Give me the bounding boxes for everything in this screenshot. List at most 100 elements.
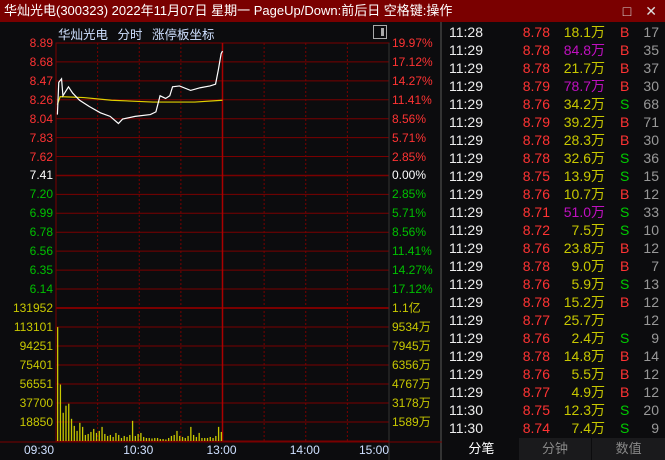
tick-row[interactable]: 11:29 8.72 7.5万 S 10 — [444, 220, 665, 240]
volume-bar — [192, 434, 195, 441]
tick-count: 71 — [643, 114, 659, 130]
intraday-chart[interactable]: 华灿光电 分时 涨停板坐标 8.89 19.97% 8.68 17.12% 8.47 14… — [0, 22, 442, 460]
volume-bar — [79, 422, 81, 441]
volume-bar — [90, 431, 92, 441]
tick-volume: 78.7万 — [563, 78, 605, 94]
tick-row[interactable]: 11:29 8.76 10.7万 B 12 — [444, 184, 665, 204]
tick-row[interactable]: 11:29 8.79 78.7万 B 30 — [444, 76, 665, 96]
tick-count: 14 — [643, 348, 659, 364]
tick-row[interactable]: 11:29 8.76 23.8万 B 12 — [444, 238, 665, 258]
tick-row[interactable]: 11:30 8.75 12.3万 S 20 — [444, 400, 665, 420]
stock-name: 华灿光电 — [58, 28, 109, 42]
panel-toggle-button[interactable] — [373, 25, 387, 39]
tick-price: 8.79 — [522, 78, 550, 94]
volume-bar — [156, 437, 159, 441]
tick-row[interactable]: 11:29 8.78 15.2万 B 12 — [444, 292, 665, 312]
tick-price: 8.78 — [522, 60, 550, 76]
pct-axis-label: 8.56% — [392, 225, 427, 240]
tick-direction: S — [620, 222, 630, 238]
tick-count: 37 — [643, 60, 659, 76]
tab-ticks[interactable]: 分笔 — [444, 438, 518, 460]
tick-row[interactable]: 11:29 8.77 25.7万 12 — [444, 310, 665, 330]
tab-minutes[interactable]: 分钟 — [517, 438, 592, 460]
volume-bar — [98, 430, 100, 441]
tick-volume: 23.8万 — [563, 240, 605, 256]
pct-axis-label: 5.71% — [392, 130, 427, 145]
volume-bar — [106, 435, 109, 441]
tick-time: 11:29 — [449, 258, 483, 274]
tick-row[interactable]: 11:29 8.78 14.8万 B 14 — [444, 346, 665, 366]
volume-bar — [206, 437, 209, 441]
volume-bar — [104, 433, 106, 441]
tick-time: 11:29 — [449, 186, 483, 202]
tick-direction: S — [620, 150, 630, 166]
tick-row[interactable]: 11:29 8.76 2.4万 S 9 — [444, 328, 665, 348]
volume-bar — [201, 437, 203, 441]
tick-price: 8.71 — [522, 204, 550, 220]
tick-time: 11:29 — [449, 96, 483, 112]
pct-axis-label: 8.56% — [392, 111, 427, 126]
tick-count: 12 — [643, 384, 659, 400]
volume-bar — [162, 438, 164, 441]
tick-row[interactable]: 11:30 8.74 7.4万 S 9 — [444, 418, 665, 438]
tick-time: 11:30 — [449, 420, 483, 436]
tick-direction: B — [620, 240, 630, 256]
tick-count: 12 — [643, 366, 659, 382]
tick-row[interactable]: 11:29 8.78 28.3万 B 30 — [444, 130, 665, 150]
pct-axis-label: 11.41% — [392, 92, 432, 107]
tick-list[interactable]: 11:28 8.78 18.1万 B 17 11:29 8.78 84.8万 B 35 11:29 8… — [444, 22, 665, 438]
tick-row[interactable]: 11:29 8.78 9.0万 B 7 — [444, 256, 665, 276]
volume-bar — [140, 432, 142, 441]
volume-bar — [151, 438, 153, 441]
tick-row[interactable]: 11:29 8.76 5.5万 B 12 — [444, 364, 665, 384]
chart-mode[interactable]: 分时 — [118, 28, 143, 42]
tick-count: 12 — [643, 294, 659, 310]
volume-bar — [212, 437, 214, 441]
volume-bar — [95, 432, 98, 441]
tick-row[interactable]: 11:29 8.78 32.6万 S 36 — [444, 148, 665, 168]
tick-volume: 39.2万 — [563, 114, 605, 130]
volume-bar — [176, 430, 178, 441]
window-title: 华灿光电(300323) 2022年11月07日 星期一 PageUp/Down… — [4, 3, 453, 18]
tab-values[interactable]: 数值 — [591, 438, 665, 460]
tick-row[interactable]: 11:29 8.76 5.9万 S 13 — [444, 274, 665, 294]
tick-count: 30 — [643, 78, 659, 94]
tick-count: 15 — [643, 168, 659, 184]
tick-row[interactable]: 11:28 8.78 18.1万 B 17 — [444, 22, 665, 42]
maximize-icon[interactable]: □ — [623, 0, 631, 22]
tick-row[interactable]: 11:29 8.78 21.7万 B 37 — [444, 58, 665, 78]
axis-mode[interactable]: 涨停板坐标 — [152, 28, 215, 42]
volume-bar — [215, 435, 217, 441]
tick-price: 8.78 — [522, 150, 550, 166]
tick-row[interactable]: 11:29 8.71 51.0万 S 33 — [444, 202, 665, 222]
time-axis-label: 14:00 — [289, 443, 320, 457]
tick-direction: B — [620, 24, 630, 40]
tick-time: 11:29 — [449, 348, 483, 364]
pct-axis-label: 14.27% — [392, 73, 433, 88]
tick-direction: S — [620, 168, 630, 184]
tick-direction: B — [620, 384, 630, 400]
volume-bar — [145, 437, 148, 441]
tick-volume: 5.5万 — [571, 366, 605, 382]
tick-row[interactable]: 11:29 8.78 84.8万 B 35 — [444, 40, 665, 60]
tick-direction: S — [620, 204, 630, 220]
tick-row[interactable]: 11:29 8.79 39.2万 B 71 — [444, 112, 665, 132]
close-icon[interactable]: ✕ — [645, 0, 657, 22]
tick-time: 11:29 — [449, 60, 483, 76]
volume-bar — [123, 435, 125, 441]
tick-price: 8.78 — [522, 24, 550, 40]
tick-row[interactable]: 11:29 8.76 34.2万 S 68 — [444, 94, 665, 114]
chart-header: 华灿光电 分时 涨停板坐标 — [58, 24, 221, 43]
tick-time: 11:29 — [449, 312, 483, 328]
tick-volume: 34.2万 — [563, 96, 605, 112]
volume-bar — [159, 438, 161, 441]
price-axis-label: 8.89 — [29, 36, 53, 50]
tick-volume: 84.8万 — [563, 42, 605, 58]
pct-axis-label: 19.97% — [392, 36, 433, 50]
tick-time: 11:29 — [449, 366, 483, 382]
volume-bar — [68, 403, 70, 441]
volume-bar — [118, 434, 120, 441]
tick-direction: B — [620, 42, 630, 58]
tick-row[interactable]: 11:29 8.75 13.9万 S 15 — [444, 166, 665, 186]
tick-row[interactable]: 11:29 8.77 4.9万 B 12 — [444, 382, 665, 402]
